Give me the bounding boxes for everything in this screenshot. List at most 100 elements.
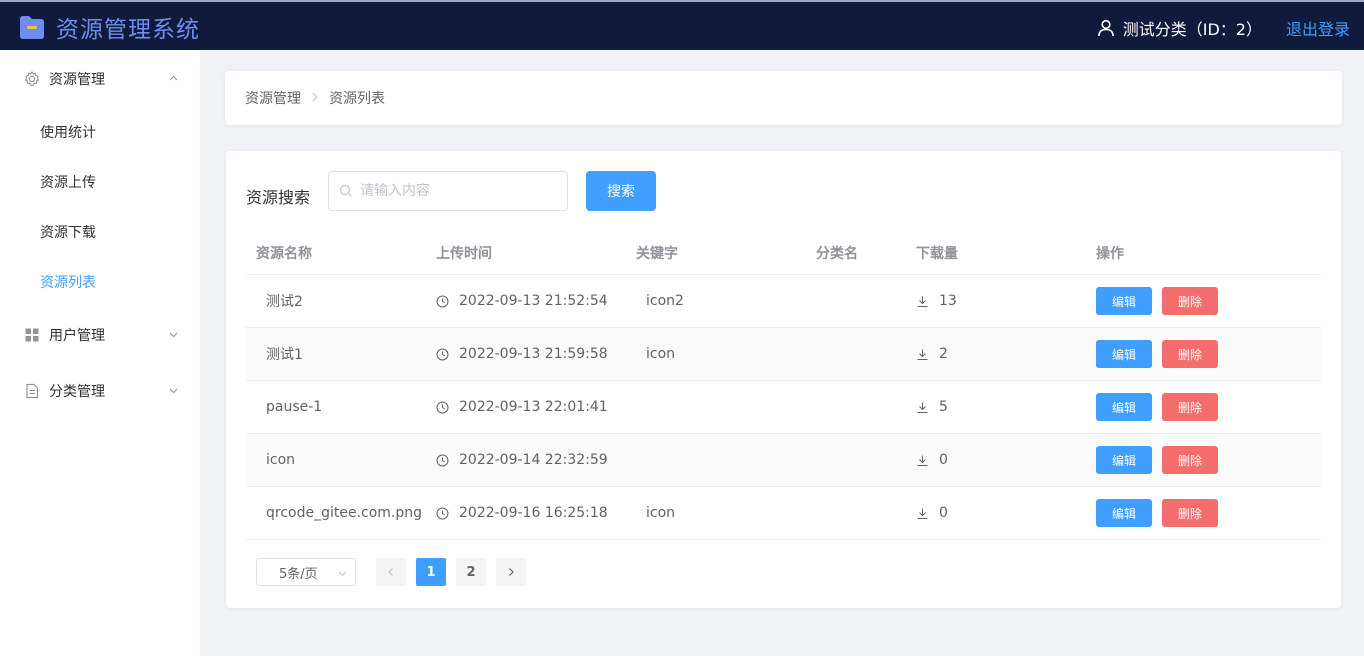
- sidebar-item-download[interactable]: 资源下载: [0, 207, 200, 257]
- row-actions: 编辑 删除: [1086, 499, 1301, 527]
- column-header-actions: 操作: [1096, 245, 1124, 262]
- page-size-value: 5条/页: [279, 566, 318, 582]
- app-logo: 资源管理系统: [18, 10, 200, 44]
- table-row: icon 2022-09-14 22:32:59 0 编辑 删除: [246, 434, 1321, 487]
- download-icon: [917, 296, 928, 307]
- chevron-right-icon: [509, 568, 514, 576]
- search-field[interactable]: [328, 171, 568, 211]
- user-area: 测试分类（ID：2） 退出登录: [1097, 16, 1350, 40]
- menu-group-label: 资源管理: [49, 72, 105, 88]
- row-actions: 编辑 删除: [1086, 446, 1301, 474]
- download-count-cell: 2: [906, 346, 1086, 362]
- sidebar: 资源管理 使用统计 资源上传 资源下载 资源列表 用户管理 分类管理: [0, 50, 200, 656]
- document-icon: [26, 383, 39, 399]
- download-icon: [917, 402, 928, 413]
- table-row: 测试1 2022-09-13 21:59:58 icon 2 编辑 删除: [246, 328, 1321, 381]
- sidebar-item-stats[interactable]: 使用统计: [0, 107, 200, 157]
- edit-button[interactable]: 编辑: [1096, 446, 1152, 474]
- delete-button[interactable]: 删除: [1162, 287, 1218, 315]
- page-button-2[interactable]: 2: [456, 558, 486, 586]
- resource-name: 测试2: [266, 294, 303, 310]
- sidebar-item-upload[interactable]: 资源上传: [0, 157, 200, 207]
- clock-icon: [436, 401, 449, 413]
- delete-button[interactable]: 删除: [1162, 340, 1218, 368]
- pagination: 5条/页 1 2: [256, 558, 526, 586]
- download-count: 13: [939, 293, 957, 309]
- clock-icon: [436, 348, 449, 360]
- resource-list-panel: 资源搜索 搜索 资源名称 上传时间 关键字 分类名 下载量 操作 测试2 202…: [226, 151, 1341, 608]
- search-input[interactable]: [360, 183, 560, 199]
- logout-link[interactable]: 退出登录: [1286, 16, 1350, 40]
- column-header-downloads: 下载量: [916, 245, 958, 262]
- upload-time: 2022-09-13 21:52:54: [459, 293, 608, 309]
- chevron-down-icon: [169, 332, 178, 338]
- page-button-1[interactable]: 1: [416, 558, 446, 586]
- chevron-down-icon: [169, 388, 178, 394]
- upload-time-cell: 2022-09-14 22:32:59: [426, 452, 626, 468]
- upload-time: 2022-09-16 16:25:18: [459, 505, 608, 521]
- user-icon: [1097, 19, 1114, 37]
- edit-button[interactable]: 编辑: [1096, 393, 1152, 421]
- app-title: 资源管理系统: [56, 17, 200, 43]
- table-row: qrcode_gitee.com.png 2022-09-16 16:25:18…: [246, 487, 1321, 540]
- top-header: 资源管理系统 测试分类（ID：2） 退出登录: [0, 0, 1364, 50]
- breadcrumb-current: 资源列表: [329, 91, 385, 107]
- column-header-category: 分类名: [816, 245, 858, 262]
- resource-table: 资源名称 上传时间 关键字 分类名 下载量 操作 测试2 2022-09-13 …: [246, 231, 1321, 540]
- upload-time-cell: 2022-09-13 22:01:41: [426, 399, 626, 415]
- download-count-cell: 0: [906, 452, 1086, 468]
- upload-time-cell: 2022-09-13 21:59:58: [426, 346, 626, 362]
- upload-time: 2022-09-14 22:32:59: [459, 452, 608, 468]
- row-actions: 编辑 删除: [1086, 287, 1301, 315]
- grid-icon: [25, 328, 39, 342]
- column-header-name: 资源名称: [256, 245, 312, 262]
- delete-button[interactable]: 删除: [1162, 446, 1218, 474]
- delete-button[interactable]: 删除: [1162, 393, 1218, 421]
- user-name: 测试分类（ID：2）: [1122, 20, 1262, 39]
- menu-group-label: 分类管理: [49, 384, 105, 400]
- edit-button[interactable]: 编辑: [1096, 287, 1152, 315]
- download-count: 0: [939, 505, 948, 521]
- download-icon: [917, 508, 928, 519]
- row-actions: 编辑 删除: [1086, 393, 1301, 421]
- delete-button[interactable]: 删除: [1162, 499, 1218, 527]
- upload-time-cell: 2022-09-13 21:52:54: [426, 293, 626, 309]
- search-label: 资源搜索: [246, 188, 311, 207]
- download-count-cell: 5: [906, 399, 1086, 415]
- search-button[interactable]: 搜索: [586, 171, 656, 211]
- upload-time: 2022-09-13 22:01:41: [459, 399, 608, 415]
- menu-group-resources[interactable]: 资源管理: [0, 51, 200, 107]
- prev-page-button[interactable]: [376, 558, 406, 586]
- gear-icon: [24, 71, 40, 87]
- menu-group-categories[interactable]: 分类管理: [0, 363, 200, 419]
- resource-name: icon: [266, 452, 296, 468]
- folder-icon: [20, 16, 44, 39]
- breadcrumb: 资源管理 资源列表: [225, 71, 1342, 125]
- edit-button[interactable]: 编辑: [1096, 340, 1152, 368]
- page-size-select[interactable]: 5条/页: [256, 558, 356, 586]
- search-icon: [339, 184, 352, 197]
- download-icon: [917, 455, 928, 466]
- next-page-button[interactable]: [496, 558, 526, 586]
- keyword: icon: [646, 346, 676, 362]
- download-count-cell: 0: [906, 505, 1086, 521]
- sidebar-item-resource-list[interactable]: 资源列表: [0, 257, 200, 307]
- resource-name: 测试1: [266, 347, 303, 363]
- table-row: 测试2 2022-09-13 21:52:54 icon2 13 编辑 删除: [246, 275, 1321, 328]
- chevron-up-icon: [169, 75, 178, 81]
- resource-name: qrcode_gitee.com.png: [266, 505, 423, 521]
- resource-name: pause-1: [266, 399, 323, 415]
- download-count: 0: [939, 452, 948, 468]
- chevron-left-icon: [388, 568, 393, 576]
- chevron-down-icon: [338, 571, 347, 577]
- keyword: icon2: [646, 293, 684, 309]
- chevron-right-icon: [311, 90, 319, 106]
- download-count-cell: 13: [906, 293, 1086, 309]
- upload-time-cell: 2022-09-16 16:25:18: [426, 505, 626, 521]
- clock-icon: [436, 507, 449, 519]
- breadcrumb-root[interactable]: 资源管理: [245, 88, 301, 108]
- download-count: 2: [939, 346, 948, 362]
- edit-button[interactable]: 编辑: [1096, 499, 1152, 527]
- table-header: 资源名称 上传时间 关键字 分类名 下载量 操作: [246, 231, 1321, 275]
- menu-group-users[interactable]: 用户管理: [0, 307, 200, 363]
